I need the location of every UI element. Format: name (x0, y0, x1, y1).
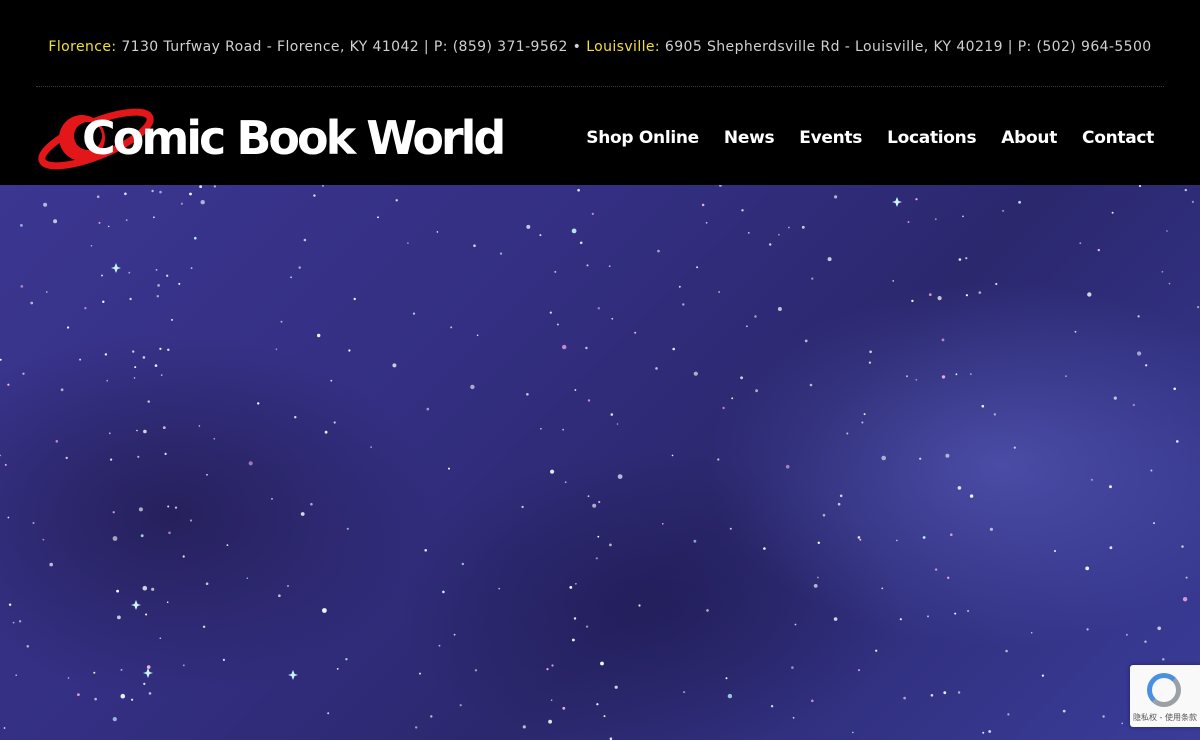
florence-address: 7130 Turfway Road - Florence, KY 41042 |… (121, 39, 568, 55)
stars-layer (0, 185, 1200, 740)
recaptcha-icon (1147, 673, 1181, 707)
site-logo[interactable]: Comic Book World (36, 106, 526, 172)
nav-news[interactable]: News (724, 128, 775, 148)
main-nav: Shop Online News Events Locations About … (586, 128, 1154, 148)
nav-contact[interactable]: Contact (1082, 128, 1154, 148)
location-separator: • (572, 39, 582, 55)
header-divider (36, 86, 1164, 87)
louisville-address: 6905 Shepherdsville Rd - Louisville, KY … (664, 39, 1152, 55)
nav-shop-online[interactable]: Shop Online (586, 128, 699, 148)
louisville-label: Louisville: (586, 39, 661, 55)
recaptcha-badge[interactable]: 隐私权 - 使用条款 (1130, 665, 1200, 727)
site-header: Florence: 7130 Turfway Road - Florence, … (0, 0, 1200, 185)
nav-about[interactable]: About (1001, 128, 1057, 148)
nav-events[interactable]: Events (799, 128, 862, 148)
logo-text: Comic Book World (82, 111, 506, 165)
starfield-hero-background (0, 185, 1200, 740)
nav-locations[interactable]: Locations (887, 128, 977, 148)
store-locations-bar: Florence: 7130 Turfway Road - Florence, … (40, 36, 1160, 58)
recaptcha-terms: 隐私权 - 使用条款 (1133, 713, 1197, 722)
florence-label: Florence: (48, 39, 117, 55)
